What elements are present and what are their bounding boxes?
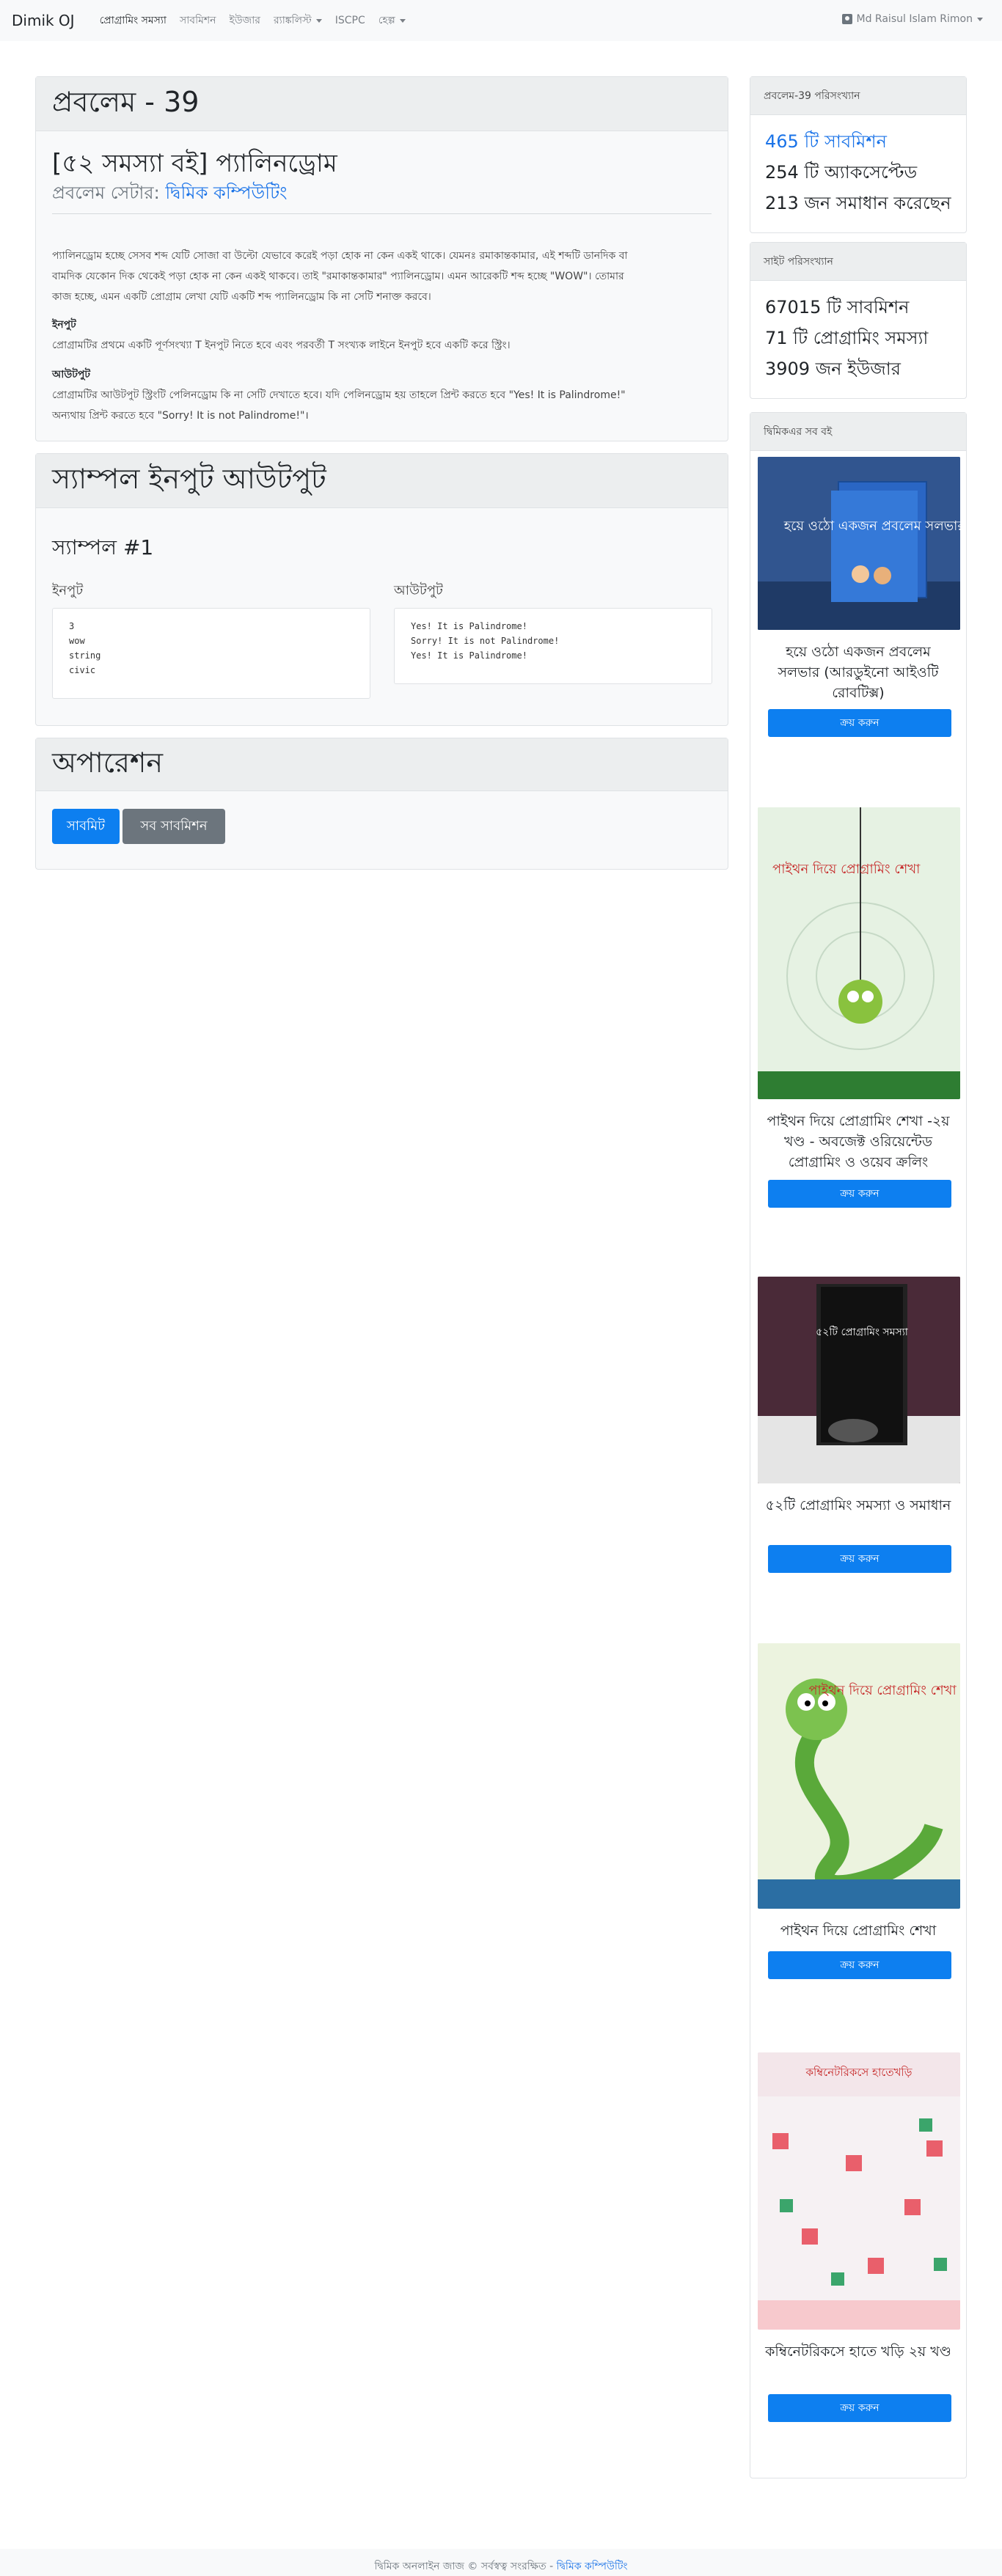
footer: দ্বিমিক অনলাইন জাজ © সর্বস্বত্ব সংরক্ষিত… — [0, 2549, 1002, 2576]
operations-heading: অপারেশন — [52, 746, 164, 779]
nav-problems[interactable]: প্রোগ্রামিং সমস্যা — [100, 12, 167, 29]
setter-link[interactable]: দ্বিমিক কম্পিউটিং — [165, 183, 287, 203]
book-cover-2[interactable]: পাইথন দিয়ে প্রোগ্রামিং শেখা — [758, 807, 960, 1099]
user-menu-dropdown[interactable]: Md Raisul Islam Rimon — [841, 13, 983, 25]
book-title-5: কম্বিনেটরিকসে হাতে খড়ি ২য় খণ্ড — [765, 2344, 951, 2360]
sample-output-box: Yes! It is Palindrome! Sorry! It is not … — [394, 608, 712, 684]
user-name: Md Raisul Islam Rimon — [856, 13, 973, 25]
sample-output-label: আউটপুট — [394, 583, 443, 598]
problem-card: প্রবলেম - 39 [৫২ সমস্যা বই] প্যালিনড্রোম… — [35, 76, 728, 441]
book-cover-1-art: হয়ে ওঠো একজন প্রবলেম সলভার — [758, 457, 960, 630]
chevron-down-icon — [399, 18, 406, 23]
book-cover-4-text: পাইথন দিয়ে প্রোগ্রামিং শেখা — [808, 1683, 957, 1698]
nav-users-label: ইউজার — [229, 15, 260, 26]
description-line: বামদিক যেকোন দিক থেকেই পড়া হোক না কেন এ… — [52, 271, 624, 282]
site-submissions-count: 67015 টি সাবমিশন — [765, 297, 910, 318]
site-problems-count: 71 টি প্রোগ্রামিং সমস্যা — [765, 328, 929, 348]
sample-input-box: 3 wow string civic — [52, 608, 370, 699]
operations-card: অপারেশন সাবমিট সব সাবমিশন — [35, 738, 728, 870]
setter-prefix: প্রবলেম সেটার: — [52, 183, 166, 203]
problem-submissions-link[interactable]: 465 টি সাবমিশন — [765, 128, 887, 158]
book-cover-2-text: পাইথন দিয়ে প্রোগ্রামিং শেখা — [772, 862, 921, 877]
book-cover-5-text: কম্বিনেটরিকসে হাতেখড়ি — [805, 2066, 913, 2079]
nav-iscpc-label: ISCPC — [334, 15, 365, 26]
problem-setter: প্রবলেম সেটার: দ্বিমিক কম্পিউটিং — [52, 180, 288, 209]
output-description: অন্যথায় প্রিন্ট করতে হবে "Sorry! It is … — [52, 410, 309, 422]
brand-logo[interactable]: Dimik OJ — [12, 12, 75, 29]
book-cover-3-text: ৫২টি প্রোগ্রামিং সমস্যা — [816, 1326, 909, 1338]
all-submissions-button[interactable]: সব সাবমিশন — [122, 809, 225, 844]
buy-button-3[interactable]: ক্রয় করুন — [768, 1545, 951, 1573]
buy-button-2[interactable]: ক্রয় করুন — [768, 1180, 951, 1208]
output-heading: আউটপুট — [52, 369, 90, 381]
sample-card-header: স্যাম্পল ইনপুট আউটপুট — [36, 454, 728, 508]
problem-stats-card: প্রবলেম-39 পরিসংখ্যান 465 টি সাবমিশন 254… — [750, 76, 967, 233]
book-cover-3[interactable]: ৫২টি প্রোগ্রামিং সমস্যা — [758, 1277, 960, 1483]
nav-ranklist-dropdown[interactable]: র‍্যাঙ্কলিস্ট — [274, 12, 322, 29]
site-stats-card: সাইট পরিসংখ্যান 67015 টি সাবমিশন 71 টি প… — [750, 242, 967, 399]
book-cover-2-art: পাইথন দিয়ে প্রোগ্রামিং শেখা — [758, 807, 960, 1099]
nav-users[interactable]: ইউজার — [230, 12, 260, 29]
sample-input-label: ইনপুট — [52, 583, 84, 598]
books-card: দ্বিমিকএর সব বই হয়ে ওঠো একজন প্রবলেম সল… — [750, 412, 967, 2478]
problem-solvers-count: 213 জন সমাধান করেছেন — [765, 193, 951, 213]
description-line: কাজ হচ্ছে, এমন একটি প্রোগ্রাম লেখা যেটি … — [52, 291, 431, 303]
books-header: দ্বিমিকএর সব বই — [750, 413, 966, 451]
nav-submissions-label: সাবমিশন — [179, 15, 216, 26]
input-section: ইনপুট প্রোগ্রামটির প্রথমে একটি পূর্ণসংখ্… — [52, 315, 698, 356]
sample-title: স্যাম্পল #1 — [52, 535, 154, 559]
sample-card: স্যাম্পল ইনপুট আউটপুট স্যাম্পল #1 ইনপুট … — [35, 453, 728, 726]
buy-button-1[interactable]: ক্রয় করুন — [768, 709, 951, 737]
book-cover-4-art: পাইথন দিয়ে প্রোগ্রামিং শেখা — [758, 1643, 960, 1909]
nav-submissions[interactable]: সাবমিশন — [180, 12, 216, 29]
buy-button-5[interactable]: ক্রয় করুন — [768, 2394, 951, 2422]
divider — [52, 213, 712, 214]
book-title-1: হয়ে ওঠো একজন প্রবলেম সলভার (আরডুইনো আইও… — [778, 644, 939, 701]
nav-help-label: হেল্প — [378, 15, 395, 26]
top-navbar: Dimik OJ প্রোগ্রামিং সমস্যা সাবমিশন ইউজা… — [0, 0, 1002, 41]
book-cover-1[interactable]: হয়ে ওঠো একজন প্রবলেম সলভার — [758, 457, 960, 630]
nav-problems-label: প্রোগ্রামিং সমস্যা — [99, 15, 167, 26]
problem-description: প্যালিনড্রোম হচ্ছে সেসব শব্দ যেটি সোজা ব… — [52, 246, 698, 307]
book-cover-5-art: কম্বিনেটরিকসে হাতেখড়ি — [758, 2052, 960, 2330]
footer-text: দ্বিমিক অনলাইন জাজ © সর্বস্বত্ব সংরক্ষিত… — [374, 2561, 557, 2572]
input-heading: ইনপুট — [52, 319, 76, 331]
site-stats-header: সাইট পরিসংখ্যান — [750, 243, 966, 281]
operations-card-header: অপারেশন — [36, 738, 728, 791]
nav-help-dropdown[interactable]: হেল্প — [379, 12, 406, 29]
book-cover-3-art: ৫২টি প্রোগ্রামিং সমস্যা — [758, 1277, 960, 1483]
problem-number: প্রবলেম - 39 — [52, 85, 200, 118]
book-title-2: পাইথন দিয়ে প্রোগ্রামিং শেখা -২য় খণ্ড -… — [767, 1113, 950, 1170]
book-cover-1-text: হয়ে ওঠো একজন প্রবলেম সলভার — [783, 518, 960, 534]
output-section: আউটপুট প্রোগ্রামটির আউটপুট স্ট্রিংটি পেল… — [52, 364, 698, 426]
chevron-down-icon — [977, 17, 983, 21]
chevron-down-icon — [315, 18, 322, 23]
description-line: প্যালিনড্রোম হচ্ছে সেসব শব্দ যেটি সোজা ব… — [52, 250, 628, 262]
book-title-3: ৫২টি প্রোগ্রামিং সমস্যা ও সমাধান — [765, 1497, 951, 1513]
submit-button[interactable]: সাবমিট — [52, 809, 120, 844]
book-title-4: পাইথন দিয়ে প্রোগ্রামিং শেখা — [780, 1923, 937, 1939]
book-cover-4[interactable]: পাইথন দিয়ে প্রোগ্রামিং শেখা — [758, 1643, 960, 1909]
site-users-count: 3909 জন ইউজার — [765, 359, 901, 379]
sample-heading: স্যাম্পল ইনপুট আউটপুট — [52, 462, 326, 495]
user-icon — [841, 14, 852, 24]
nav-ranklist-label: র‍্যাঙ্কলিস্ট — [273, 15, 312, 26]
footer-link[interactable]: দ্বিমিক কম্পিউটিং — [557, 2561, 628, 2572]
nav-iscpc[interactable]: ISCPC — [335, 15, 365, 26]
problem-card-header: প্রবলেম - 39 — [36, 77, 728, 131]
input-description: প্রোগ্রামটির প্রথমে একটি পূর্ণসংখ্যা T ই… — [52, 340, 511, 351]
output-description: প্রোগ্রামটির আউটপুট স্ট্রিংটি পেলিনড্রোম… — [52, 389, 626, 401]
buy-button-4[interactable]: ক্রয় করুন — [768, 1951, 951, 1979]
problem-accepted-count: 254 টি অ্যাকসেপ্টেড — [765, 162, 918, 183]
book-cover-5[interactable]: কম্বিনেটরিকসে হাতেখড়ি — [758, 2052, 960, 2330]
problem-stats-header: প্রবলেম-39 পরিসংখ্যান — [750, 77, 966, 115]
